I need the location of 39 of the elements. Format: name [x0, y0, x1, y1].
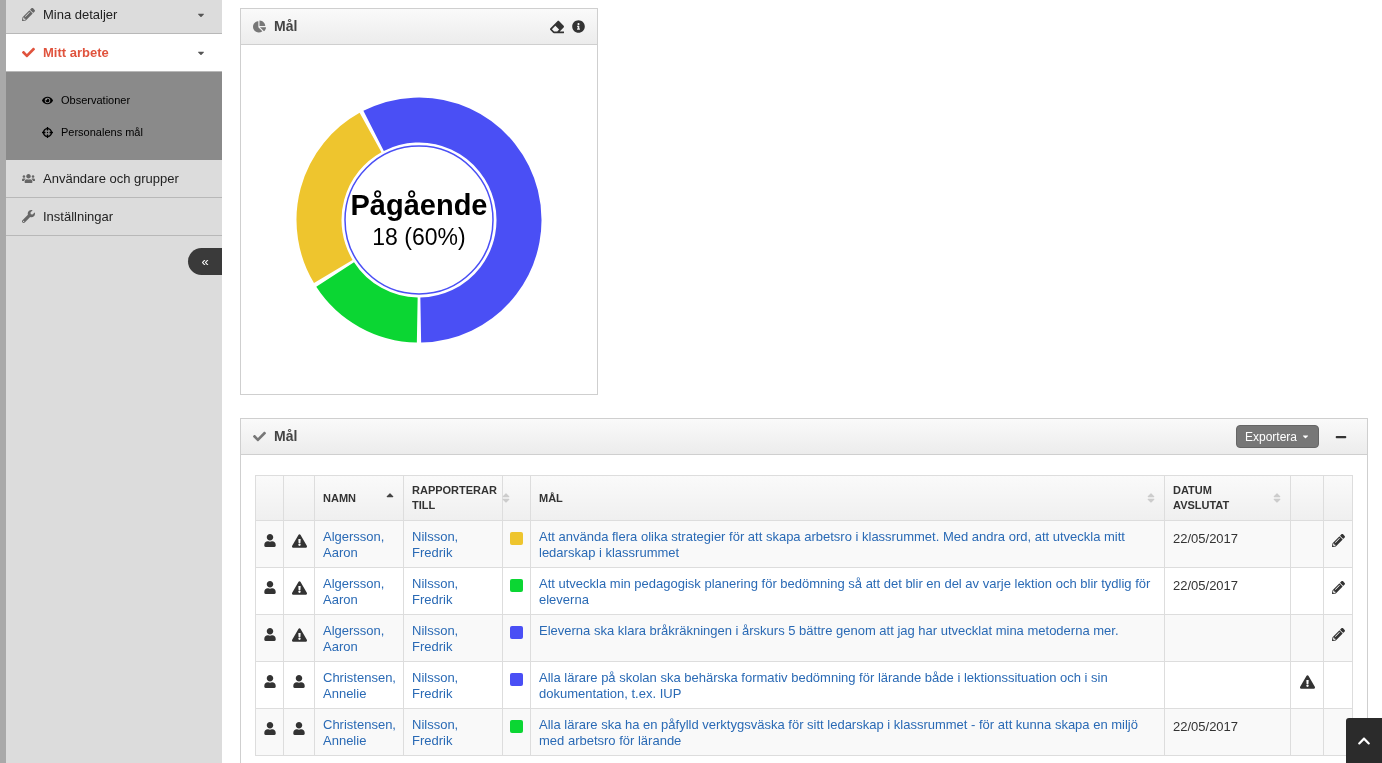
check-icon	[253, 430, 266, 443]
info-icon[interactable]	[572, 20, 585, 33]
eraser-icon[interactable]	[550, 19, 564, 34]
panel-title: Mål	[274, 427, 299, 446]
person-icon	[263, 534, 276, 548]
pencil-icon	[22, 8, 35, 21]
person-icon	[293, 675, 305, 689]
chart-center-value: 18 (60%)	[372, 223, 466, 252]
date-text: 22/05/2017	[1173, 531, 1239, 546]
edit-icon[interactable]	[1331, 628, 1345, 642]
warning-icon	[291, 627, 307, 642]
person-icon	[263, 675, 276, 689]
panel-title: Mål	[274, 17, 299, 36]
person-icon	[263, 722, 276, 736]
pie-chart-icon	[253, 20, 266, 33]
collapse-button[interactable]: «	[188, 248, 222, 275]
caret-icon	[1301, 432, 1310, 441]
check-icon	[22, 46, 35, 59]
person-icon	[293, 722, 305, 736]
date-text: 22/05/2017	[1173, 719, 1239, 734]
sidebar-item[interactable]: Användare och grupper	[6, 160, 222, 198]
export-button[interactable]: Exportera	[1235, 425, 1319, 448]
date-text: 22/05/2017	[1173, 578, 1239, 593]
crosshair-icon	[42, 126, 53, 138]
users-icon	[22, 172, 35, 185]
scroll-to-top-button[interactable]	[1346, 718, 1382, 763]
sidebar-item[interactable]: Mitt arbete	[6, 34, 222, 72]
edit-icon[interactable]	[1331, 534, 1345, 548]
submenu-item[interactable]: Observationer	[6, 84, 222, 116]
warning-icon	[291, 533, 307, 548]
eye-icon	[42, 94, 53, 106]
warning-icon	[291, 580, 307, 595]
wrench-icon	[22, 210, 35, 223]
person-icon	[263, 628, 276, 642]
chart-center-label: Pågående	[350, 188, 488, 223]
person-icon	[263, 581, 276, 595]
edit-icon[interactable]	[1331, 581, 1345, 595]
submenu-item[interactable]: Personalens mål	[6, 116, 222, 148]
sidebar-item[interactable]: Inställningar	[6, 198, 222, 236]
